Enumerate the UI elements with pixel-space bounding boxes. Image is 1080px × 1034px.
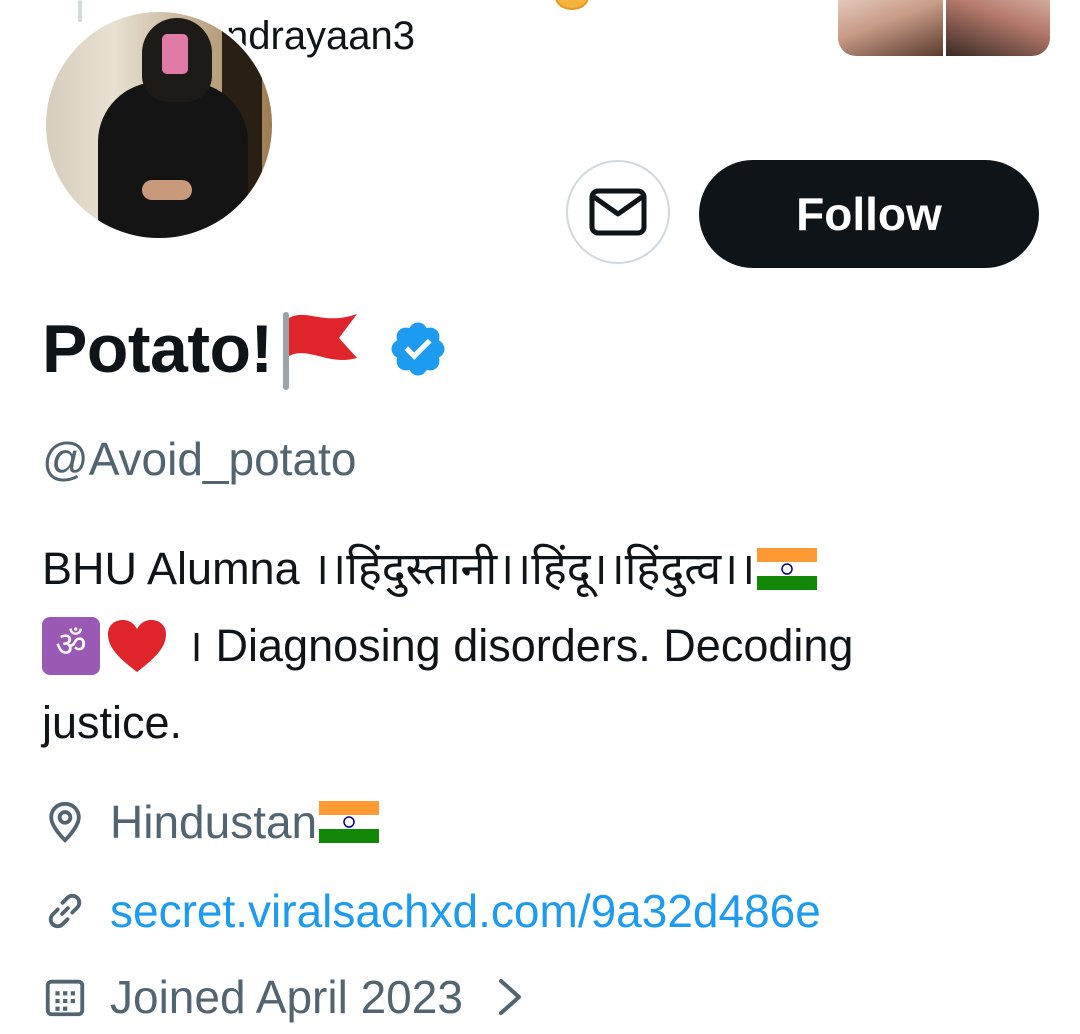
media-thumbnail[interactable] [945, 0, 1050, 56]
message-button[interactable] [566, 160, 670, 264]
chevron-right-icon [498, 979, 521, 1015]
website-row: secret.viralsachxd.com/9a32d486e [42, 884, 821, 938]
emoji-icon [555, 0, 589, 10]
thread-line [78, 0, 82, 22]
media-thumbnail[interactable] [838, 0, 943, 56]
bio-text: justice. [42, 697, 183, 748]
bio-text: BHU Alumna ।।हिंदुस्तानी।।हिंदू।।हिंदुत्… [42, 543, 756, 594]
location-pin-icon [49, 801, 81, 843]
bio-text: । Diagnosing disorders. Decoding [186, 620, 854, 671]
website-link[interactable]: secret.viralsachxd.com/9a32d486e [110, 884, 821, 938]
link-icon [48, 893, 82, 929]
bio-line: ॐ । Diagnosing disorders. Decoding [42, 607, 1042, 684]
location-row: Hindustan [42, 795, 380, 849]
profile-page: ndrayaan3 Follow Potato! @Avoid_potato B… [0, 0, 1080, 1034]
india-flag-icon [757, 547, 818, 590]
profile-handle: @Avoid_potato [42, 433, 357, 485]
name-row: Potato! [42, 306, 449, 392]
follow-button[interactable]: Follow [699, 160, 1039, 268]
calendar-icon [45, 979, 85, 1017]
heart-icon [108, 619, 166, 672]
media-thumbnails[interactable] [838, 0, 1050, 56]
bio-line: BHU Alumna ।।हिंदुस्तानी।।हिंदू।।हिंदुत्… [42, 530, 1042, 607]
joined-text: Joined April 2023 [110, 971, 463, 1023]
location-text: Hindustan [110, 796, 318, 848]
red-flag-icon [282, 312, 357, 390]
profile-bio: BHU Alumna ।।हिंदुस्तानी।।हिंदू।।हिंदुत्… [42, 530, 1042, 761]
verified-badge-icon[interactable] [387, 318, 449, 380]
avatar-phone [162, 34, 188, 74]
bio-line: justice. [42, 684, 1042, 761]
avatar-hand [142, 180, 192, 200]
profile-avatar[interactable] [42, 8, 276, 242]
mail-icon [589, 188, 647, 236]
avatar-figure [98, 82, 248, 238]
india-flag-icon [319, 801, 380, 843]
om-icon: ॐ [42, 616, 100, 675]
joined-row[interactable]: Joined April 2023 [42, 970, 527, 1024]
display-name: Potato! [42, 311, 273, 387]
